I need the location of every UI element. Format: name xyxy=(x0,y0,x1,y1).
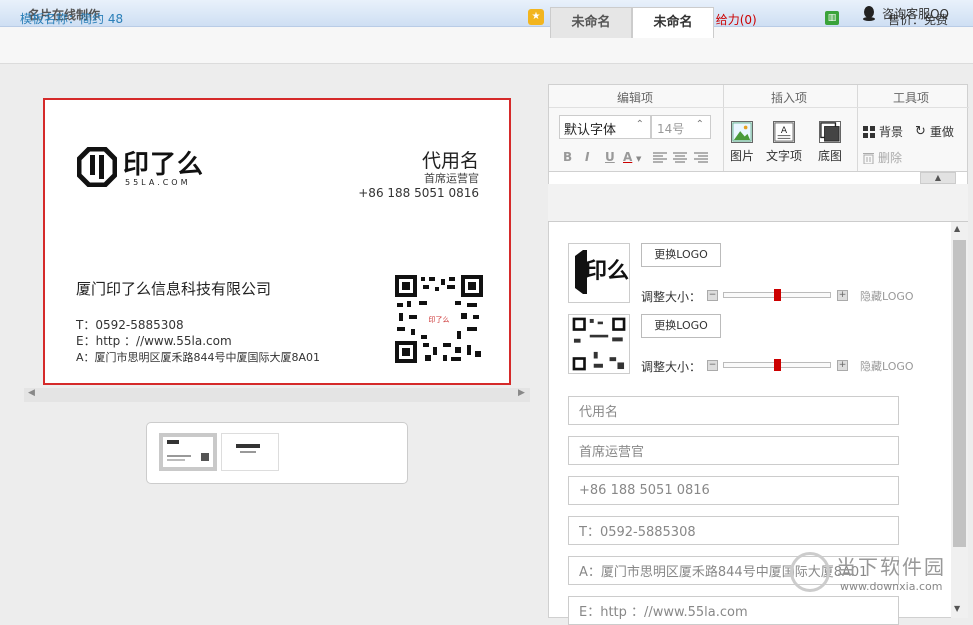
scroll-left-arrow-icon[interactable]: ◀ xyxy=(28,388,35,398)
logo-size-slider[interactable] xyxy=(723,289,831,301)
price-label: 售价：免费 xyxy=(888,13,949,27)
template-name: 模板名称：简约 48 xyxy=(20,12,124,26)
tools-section-header: 工具项 xyxy=(893,91,930,105)
insert-section-header: 插入项 xyxy=(771,91,808,105)
replace-qr-button[interactable]: 更换LOGO xyxy=(641,314,721,338)
card-tel[interactable]: T：0592-5885308 xyxy=(76,316,184,333)
like-label: 给力(0) xyxy=(715,13,757,27)
trash-icon xyxy=(863,152,874,164)
logo-size-slider-thumb[interactable] xyxy=(773,289,781,301)
scroll-right-arrow-icon[interactable]: ▶ xyxy=(518,388,525,398)
qr-code-icon[interactable]: 印了么 xyxy=(395,275,483,363)
editor-toolbar: 编辑项 插入项 工具项 默认字体 ⌃ 14号 ⌃ B I U A ▼ 图片 A … xyxy=(548,84,969,172)
color-dropdown-icon[interactable]: ▼ xyxy=(636,155,641,163)
svg-text:A: A xyxy=(781,126,788,136)
price-tag-icon: ▥ xyxy=(825,11,839,25)
insert-text-label: 文字项 xyxy=(765,149,802,163)
insert-background-label: 底图 xyxy=(817,149,842,163)
back-side-thumbnail[interactable] xyxy=(221,433,279,471)
font-family-select[interactable]: 默认字体 ⌃ xyxy=(559,115,651,139)
size-up-icon: ⌃ xyxy=(695,119,704,130)
replace-logo-button[interactable]: 更换LOGO xyxy=(641,243,721,267)
insert-image-label: 图片 xyxy=(729,149,754,163)
toolbar-divider xyxy=(857,85,858,171)
logo-size-minus-icon[interactable]: − xyxy=(707,290,718,301)
tab-back-side[interactable]: 未命名 xyxy=(632,7,714,38)
font-family-value: 默认字体 xyxy=(564,123,617,138)
card-title[interactable]: 首席运营官 xyxy=(424,170,479,186)
hide-logo-link[interactable]: 隐藏LOGO xyxy=(860,288,914,304)
company-logo-icon[interactable] xyxy=(77,147,117,187)
image-icon xyxy=(731,121,753,143)
collapse-toolbar-button[interactable]: ▲ xyxy=(920,172,956,184)
background-label: 背景 xyxy=(879,125,904,139)
redo-label: 重做 xyxy=(929,125,954,139)
logo-size-label: 调整大小： xyxy=(641,290,702,304)
background-image-icon xyxy=(819,121,841,143)
hide-qr-link[interactable]: 隐藏LOGO xyxy=(860,358,914,374)
font-size-value: 14号 xyxy=(657,122,685,136)
qzone-share-icon[interactable]: ★ xyxy=(528,9,544,25)
card-phone[interactable]: +86 188 5051 0816 xyxy=(358,186,479,200)
logo-preview-icon: 印么 xyxy=(575,250,629,294)
title-field[interactable] xyxy=(568,436,899,465)
logo-size-plus-icon[interactable]: + xyxy=(837,290,848,301)
align-center-icon[interactable] xyxy=(673,152,687,163)
front-side-thumbnail[interactable] xyxy=(159,433,217,471)
qr-size-label: 调整大小： xyxy=(641,360,702,374)
delete-button[interactable]: 删除 xyxy=(863,149,902,166)
logo-text: 印了么 xyxy=(123,150,205,180)
business-card-canvas[interactable]: 印了么 55LA.COM 代用名 首席运营官 +86 188 5051 0816… xyxy=(43,98,511,385)
underline-button[interactable]: U xyxy=(605,150,615,164)
qq-icon xyxy=(863,6,876,21)
text-item-icon: A xyxy=(773,121,795,143)
qr-size-slider[interactable] xyxy=(723,359,831,371)
logo-preview: 印么 xyxy=(568,243,630,303)
grid-icon xyxy=(863,125,875,138)
bold-button[interactable]: B xyxy=(563,150,572,164)
text-color-button[interactable]: A xyxy=(623,150,632,164)
panel-scrollbar-thumb[interactable] xyxy=(953,240,966,547)
canvas-horizontal-scrollbar[interactable] xyxy=(24,388,530,402)
scroll-up-arrow-icon[interactable]: ▲ xyxy=(954,224,960,233)
background-button[interactable]: 背景 xyxy=(863,123,903,140)
insert-text-button[interactable]: A 文字项 xyxy=(759,121,809,164)
logo-subtext: 55LA.COM xyxy=(125,178,191,187)
card-name[interactable]: 代用名 xyxy=(422,146,479,173)
qr-size-minus-icon[interactable]: − xyxy=(707,360,718,371)
qr-size-plus-icon[interactable]: + xyxy=(837,360,848,371)
svg-text:印了么: 印了么 xyxy=(429,316,450,324)
italic-button[interactable]: I xyxy=(585,150,589,164)
tab-front-side[interactable]: 未命名 xyxy=(550,7,632,38)
phone-field[interactable] xyxy=(568,476,899,505)
scroll-down-arrow-icon[interactable]: ▼ xyxy=(954,604,960,613)
delete-label: 删除 xyxy=(878,151,903,165)
tel-field[interactable] xyxy=(568,516,899,545)
toolbar-header-line xyxy=(549,107,969,108)
align-left-icon[interactable] xyxy=(653,152,667,163)
svg-text:印么: 印么 xyxy=(585,259,629,284)
align-right-icon[interactable] xyxy=(694,152,708,163)
card-side-tabs xyxy=(548,184,968,222)
watermark-url: www.downxia.com xyxy=(840,580,943,593)
web-field[interactable] xyxy=(568,596,899,625)
font-up-icon: ⌃ xyxy=(635,119,644,130)
watermark-logo-icon xyxy=(790,552,830,592)
insert-background-button[interactable]: 底图 xyxy=(805,121,855,164)
watermark-text: 当下软件园 xyxy=(836,555,946,579)
qr-logo-preview xyxy=(568,314,630,374)
qr-size-slider-thumb[interactable] xyxy=(773,359,781,371)
card-address[interactable]: A：厦门市思明区厦禾路844号中厦国际大厦8A01 xyxy=(76,349,320,365)
redo-button[interactable]: ↻ 重做 xyxy=(915,123,954,140)
qr-preview-icon xyxy=(572,317,626,371)
edit-section-header: 编辑项 xyxy=(617,91,654,105)
font-size-select[interactable]: 14号 ⌃ xyxy=(651,115,711,139)
card-company[interactable]: 厦门印了么信息科技有限公司 xyxy=(76,278,271,299)
name-field[interactable] xyxy=(568,396,899,425)
card-sides-thumbnails xyxy=(146,422,408,484)
redo-icon: ↻ xyxy=(915,124,926,139)
info-bar xyxy=(0,27,973,64)
card-web[interactable]: E：http ：//www.55la.com xyxy=(76,332,232,349)
